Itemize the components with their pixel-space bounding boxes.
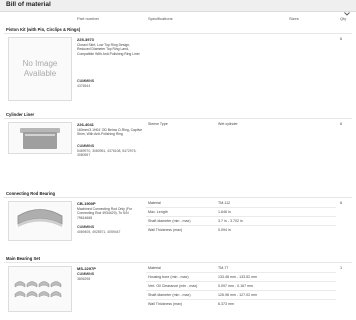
- oem-numbers: 4069405, 4925571, 4059447: [77, 230, 121, 234]
- spec-label: Max. Length: [148, 210, 168, 214]
- bearing-set-icon: [14, 281, 62, 298]
- section-title: Connecting Rod Bearing: [6, 191, 56, 196]
- section-main-bearing-set: Main Bearing Set MS-2297P CUMMINS 380629…: [0, 256, 356, 320]
- oem-numbers: 5469970, 3080951, 4376108, 5472976, 3080…: [77, 149, 137, 158]
- panel-title: Bill of material: [6, 1, 51, 8]
- spec-label: Shaft diameter (min - max): [148, 293, 191, 297]
- spec-label: Material: [148, 201, 161, 205]
- section-connecting-rod-bearing: Connecting Rod Bearing CB-1900P Machined…: [0, 191, 356, 247]
- bearing-icon: [17, 209, 63, 227]
- spec-value: 1.646 in: [218, 210, 231, 214]
- qty-value: 6: [340, 201, 343, 205]
- part-description: Machined Connecting Rod Only (For Connec…: [77, 207, 133, 220]
- section-title: Main Bearing Set: [6, 256, 40, 261]
- spec-label: Sleeve Type: [148, 122, 168, 126]
- oem-numbers: 3806298: [77, 277, 91, 281]
- part-number-link[interactable]: 226-4041: [77, 122, 94, 127]
- brand-label: CUMMINS: [77, 272, 95, 276]
- qty-value: 6: [340, 122, 343, 126]
- qty-value: 1: [340, 266, 343, 270]
- brand-label: CUMMINS: [77, 144, 95, 148]
- section-piston-kit: Piston Kit (with Pin, Circlips & Rings) …: [0, 27, 356, 107]
- spec-value: 6.373 mm: [218, 302, 234, 306]
- section-title: Cylinder Liner: [6, 112, 35, 117]
- spec-label: Shaft diameter (min - max): [148, 219, 191, 223]
- cylinder-liner-image[interactable]: [8, 122, 72, 154]
- spec-label: Housing bore (min - max): [148, 275, 189, 279]
- spec-label: Wall Thickness (max): [148, 302, 183, 306]
- col-sizes: Sizes: [289, 16, 299, 21]
- section-cylinder-liner: Cylinder Liner 226-4041 160mm/3.1H04' OD…: [0, 112, 356, 157]
- part-number-link[interactable]: 225-3973: [77, 37, 94, 42]
- spec-value: 126.98 mm - 127.02 mm: [218, 293, 258, 297]
- table-header: Part number Specifications Sizes Qty: [0, 13, 356, 23]
- part-description: Closed Skirt, Low Top Ring Design, Reduc…: [77, 43, 140, 56]
- no-image-text: No Image Available: [22, 59, 58, 78]
- qty-value: 6: [340, 37, 343, 41]
- col-part-number: Part number: [77, 16, 100, 21]
- spec-value: 133.48 mm - 133.52 mm: [218, 275, 258, 279]
- spec-value: 3.7 in - 3.702 in: [218, 219, 243, 223]
- spec-value: Wet cylinder: [218, 122, 238, 126]
- section-title: Piston Kit (with Pin, Circlips & Rings): [6, 27, 81, 32]
- spec-label: Vert. Oil Clearance (min - max): [148, 284, 198, 288]
- bearing-image[interactable]: [8, 201, 72, 241]
- oem-numbers: 4376544: [77, 84, 91, 88]
- spec-label: Material: [148, 266, 161, 270]
- part-number-link[interactable]: MS-2297P: [77, 266, 96, 271]
- brand-label: CUMMINS: [77, 225, 95, 229]
- main-bearing-set-image[interactable]: [8, 266, 72, 312]
- spec-value: 0.097 mm - 0.167 mm: [218, 284, 254, 288]
- spec-label: Wall Thickness (max): [148, 228, 183, 232]
- part-number-link[interactable]: CB-1900P: [77, 201, 96, 206]
- part-description: 160mm/3.1H04' OD Below O-Ring, Captive S…: [77, 128, 143, 137]
- spec-value: TM-112: [218, 201, 231, 205]
- col-specifications: Specifications: [148, 16, 173, 21]
- spec-value: 0.094 in: [218, 228, 231, 232]
- brand-label: CUMMINS: [77, 79, 95, 83]
- col-qty: Qty: [340, 16, 347, 21]
- bill-of-material-header[interactable]: Bill of material: [0, 0, 356, 16]
- no-image-placeholder[interactable]: No Image Available: [8, 37, 72, 101]
- spec-value: TM-77: [218, 266, 229, 270]
- cylinder-liner-icon: [20, 128, 60, 149]
